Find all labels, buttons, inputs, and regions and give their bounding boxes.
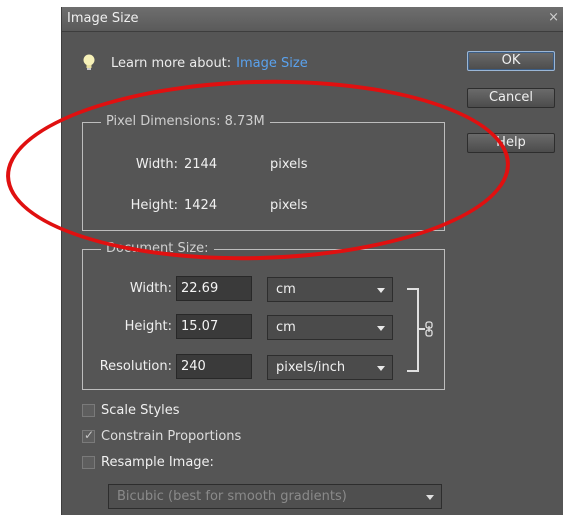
resample-image-checkbox[interactable] bbox=[82, 456, 95, 469]
constrain-link-line bbox=[417, 328, 425, 330]
resolution-label: Resolution: bbox=[99, 359, 172, 374]
document-height-label: Height: bbox=[124, 319, 172, 334]
document-size-group: Document Size: Width: 22.69 cm Height: 1… bbox=[82, 241, 445, 390]
chevron-down-icon bbox=[426, 495, 434, 500]
checkmark-icon: ✓ bbox=[84, 428, 95, 442]
document-height-input[interactable]: 15.07 bbox=[176, 314, 252, 339]
constrain-proportions-checkbox[interactable]: ✓ bbox=[82, 428, 95, 443]
learn-more-label: Learn more about: bbox=[111, 55, 232, 71]
constrain-proportions-option[interactable]: ✓ Constrain Proportions bbox=[82, 428, 242, 444]
image-size-help-link[interactable]: Image Size bbox=[236, 56, 308, 71]
constrain-proportions-label: Constrain Proportions bbox=[101, 429, 242, 444]
close-icon[interactable]: × bbox=[548, 10, 559, 25]
document-width-label: Width: bbox=[129, 281, 172, 296]
scale-styles-checkbox[interactable] bbox=[82, 404, 95, 417]
cancel-button[interactable]: Cancel bbox=[467, 88, 555, 108]
chevron-down-icon bbox=[377, 326, 385, 331]
chevron-down-icon bbox=[377, 366, 385, 371]
resample-image-option[interactable]: Resample Image: bbox=[82, 455, 214, 470]
dialog-titlebar[interactable]: Image Size × bbox=[62, 7, 563, 32]
resample-method-select[interactable]: Bicubic (best for smooth gradients) bbox=[108, 484, 442, 509]
chain-link-icon bbox=[425, 321, 433, 337]
ok-button[interactable]: OK bbox=[467, 51, 555, 71]
document-width-input[interactable]: 22.69 bbox=[176, 276, 252, 301]
resolution-unit-select[interactable]: pixels/inch bbox=[267, 355, 393, 380]
resolution-input[interactable]: 240 bbox=[176, 354, 252, 379]
resolution-unit-value: pixels/inch bbox=[276, 360, 346, 375]
lightbulb-icon bbox=[83, 54, 95, 70]
resample-method-value: Bicubic (best for smooth gradients) bbox=[117, 489, 347, 504]
document-width-unit-select[interactable]: cm bbox=[267, 277, 393, 302]
document-height-unit-value: cm bbox=[276, 320, 296, 335]
learn-more-row: Learn more about: Image Size bbox=[82, 53, 308, 73]
constrain-bracket bbox=[407, 288, 419, 372]
dialog-title: Image Size bbox=[67, 11, 139, 26]
document-width-unit-value: cm bbox=[276, 282, 296, 297]
document-height-unit-select[interactable]: cm bbox=[267, 315, 393, 340]
scale-styles-option[interactable]: Scale Styles bbox=[82, 403, 180, 418]
resample-image-label: Resample Image: bbox=[101, 455, 214, 470]
scale-styles-label: Scale Styles bbox=[101, 403, 180, 418]
chevron-down-icon bbox=[377, 288, 385, 293]
